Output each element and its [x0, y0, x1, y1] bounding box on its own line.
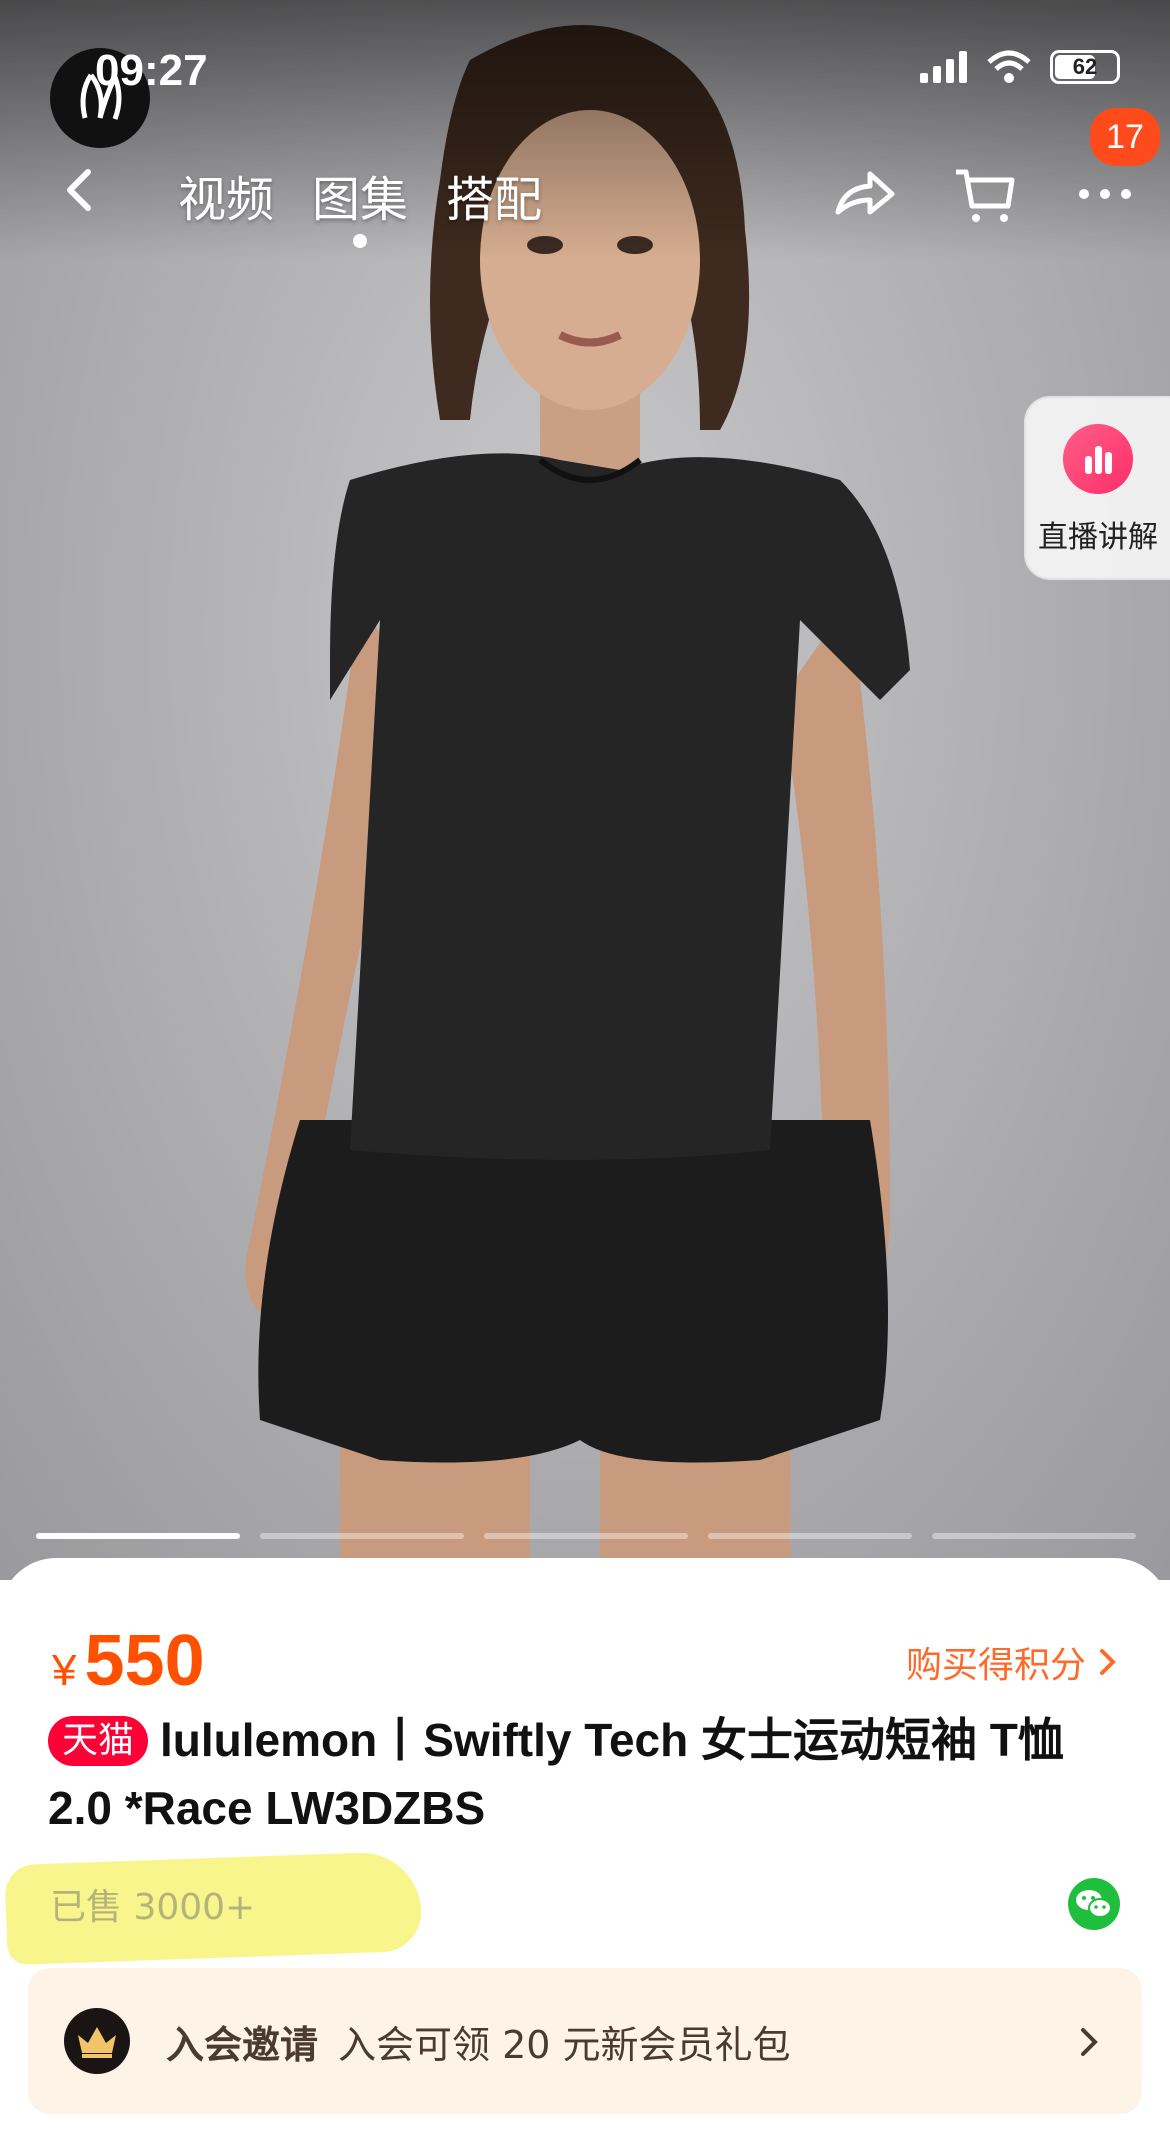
- share-button[interactable]: [830, 158, 900, 228]
- more-icon: [1079, 189, 1131, 199]
- carousel-segment: [932, 1533, 1136, 1539]
- share-icon: [835, 171, 895, 215]
- live-explain-button[interactable]: 直播讲解: [1024, 396, 1170, 580]
- status-time: 09:27: [95, 46, 208, 95]
- tmall-badge: 天猫: [48, 1716, 149, 1766]
- carousel-segment: [708, 1533, 912, 1539]
- wechat-share-button[interactable]: [1068, 1878, 1120, 1930]
- member-description: 入会可领 20 元新会员礼包: [338, 2022, 791, 2067]
- top-nav: 视频 图集 搭配 17: [0, 108, 1170, 248]
- battery-icon: 62: [1050, 50, 1120, 84]
- product-title: 天猫 lululemon丨Swiftly Tech 女士运动短袖 T恤 2.0 *…: [48, 1706, 1128, 1842]
- nav-actions: 17: [830, 108, 1160, 228]
- member-title: 入会邀请: [166, 2022, 319, 2067]
- status-bar: 09:27 62: [0, 0, 1170, 148]
- product-info-panel: ¥ 550 购买得积分 天猫 lululemon丨Swiftly Tech 女士运…: [0, 1558, 1170, 2156]
- points-link-label: 购买得积分: [905, 1645, 1086, 1686]
- back-icon: [67, 169, 91, 211]
- chevron-right-icon: [1100, 1649, 1116, 1675]
- live-label: 直播讲解: [1038, 520, 1158, 555]
- wifi-icon: [987, 50, 1031, 83]
- price: ¥ 550: [52, 1620, 205, 1702]
- carousel-segment: [484, 1533, 688, 1539]
- more-button[interactable]: 17: [1070, 108, 1160, 228]
- price-currency: ¥: [52, 1646, 77, 1695]
- carousel-segment: [36, 1533, 240, 1539]
- tab-outfit[interactable]: 搭配: [446, 160, 542, 230]
- sold-count: 已售 3000+: [50, 1887, 256, 1928]
- status-icons: 62: [920, 50, 1120, 84]
- tab-gallery[interactable]: 图集: [312, 160, 408, 248]
- carousel-progress: [36, 1533, 1136, 1539]
- live-chart-icon: [1063, 424, 1133, 494]
- points-link[interactable]: 购买得积分: [906, 1636, 1118, 1688]
- signal-icon: [920, 51, 967, 83]
- product-title-text: lululemon丨Swiftly Tech 女士运动短袖 T恤 2.0 *Ra…: [48, 1714, 1064, 1834]
- notification-badge: 17: [1090, 108, 1160, 166]
- carousel-segment: [260, 1533, 464, 1539]
- tab-video[interactable]: 视频: [178, 160, 274, 230]
- member-invite-banner[interactable]: 入会邀请 入会可领 20 元新会员礼包: [28, 1968, 1142, 2114]
- back-button[interactable]: [50, 160, 110, 220]
- battery-text: 62: [1072, 54, 1098, 79]
- wechat-icon: [1076, 1890, 1112, 1918]
- cart-icon: [956, 169, 1015, 222]
- cart-button[interactable]: [950, 158, 1020, 228]
- chevron-right-icon: [1081, 2028, 1098, 2056]
- crown-icon: [64, 2008, 130, 2074]
- media-tabs: 视频 图集 搭配: [178, 160, 542, 248]
- price-value: 550: [84, 1621, 205, 1701]
